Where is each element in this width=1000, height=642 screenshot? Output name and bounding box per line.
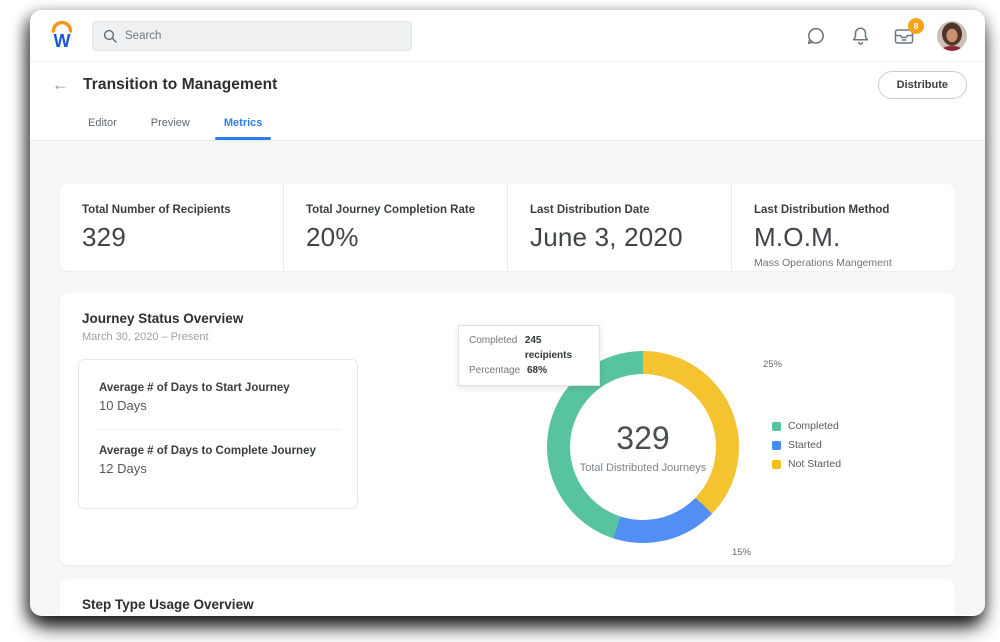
stat-value: 329 xyxy=(82,222,126,252)
avg-complete-row: Average # of Days to Complete Journey 12… xyxy=(99,445,337,476)
logo-letter: W xyxy=(54,31,71,51)
legend-item-started: Started xyxy=(772,439,841,451)
chart-legend: Completed Started Not Started xyxy=(772,420,841,470)
legend-swatch-not-started xyxy=(772,459,781,469)
app-window: W 8 xyxy=(30,10,985,616)
inbox-icon[interactable]: 8 xyxy=(893,17,924,47)
donut-center-label: Total Distributed Journeys xyxy=(579,462,707,474)
pct-label-started: 15% xyxy=(731,547,751,558)
stat-last-distribution-method: Last Distribution Method M.O.M. Mass Ope… xyxy=(731,184,955,271)
divider xyxy=(95,429,341,430)
legend-item-completed: Completed xyxy=(772,420,841,432)
tab-bar: Editor Preview Metrics xyxy=(30,107,985,141)
average-days-panel: Average # of Days to Start Journey 10 Da… xyxy=(78,359,358,509)
user-avatar[interactable] xyxy=(937,20,967,51)
pct-label-not-started: 25% xyxy=(762,359,782,370)
donut-center-value: 329 xyxy=(616,420,670,456)
stat-last-distribution-date: Last Distribution Date June 3, 2020 xyxy=(507,184,731,271)
page-header: ← Transition to Management Distribute xyxy=(30,62,985,107)
page-title: Transition to Management xyxy=(83,75,278,93)
tab-metrics[interactable]: Metrics xyxy=(214,117,271,140)
avg-complete-value: 12 Days xyxy=(99,461,147,476)
tab-preview[interactable]: Preview xyxy=(151,117,190,140)
step-type-usage-card: Step Type Usage Overview xyxy=(60,579,955,615)
donut-center: 329 Total Distributed Journeys xyxy=(570,374,716,520)
avg-start-value: 10 Days xyxy=(99,398,147,413)
chat-icon[interactable] xyxy=(805,25,827,47)
stat-value: 20% xyxy=(306,222,359,252)
tab-editor[interactable]: Editor xyxy=(88,117,117,140)
page-background: W 8 xyxy=(0,0,1000,642)
stat-total-recipients: Total Number of Recipients 329 xyxy=(60,184,283,271)
summary-stats-card: Total Number of Recipients 329 Total Jou… xyxy=(60,184,955,271)
stat-label: Last Distribution Method xyxy=(754,204,890,216)
inbox-badge: 8 xyxy=(908,17,924,34)
stat-label: Total Journey Completion Rate xyxy=(306,204,476,216)
notifications-bell-icon[interactable] xyxy=(849,25,871,47)
stat-completion-rate: Total Journey Completion Rate 20% xyxy=(283,184,507,271)
top-bar: W 8 xyxy=(30,10,985,62)
tooltip-label: Percentage xyxy=(469,365,521,376)
legend-swatch-started xyxy=(772,440,781,450)
topbar-actions: 8 xyxy=(805,17,967,51)
tooltip-value: 68% xyxy=(527,365,548,376)
tooltip-value: 245 recipients xyxy=(524,335,573,361)
chart-tooltip: Completed 245 recipients Percentage 68% xyxy=(458,325,600,386)
stat-label: Total Number of Recipients xyxy=(82,204,231,216)
stat-value: M.O.M. xyxy=(754,222,841,252)
legend-swatch-completed xyxy=(772,421,781,431)
legend-label: Started xyxy=(788,439,822,451)
logo-arc-icon xyxy=(51,20,73,33)
distribute-button[interactable]: Distribute xyxy=(877,70,967,99)
stat-subvalue: Mass Operations Mangement xyxy=(754,257,892,269)
workday-logo[interactable]: W xyxy=(48,20,76,51)
legend-item-not-started: Not Started xyxy=(772,458,841,470)
metrics-content: Total Number of Recipients 329 Total Jou… xyxy=(30,141,985,615)
legend-label: Completed xyxy=(788,420,839,432)
search-input[interactable] xyxy=(125,29,401,42)
back-arrow-icon[interactable]: ← xyxy=(52,76,69,93)
avg-start-label: Average # of Days to Start Journey xyxy=(99,382,290,394)
step-type-usage-title: Step Type Usage Overview xyxy=(82,597,254,612)
journey-status-card: Journey Status Overview March 30, 2020 –… xyxy=(60,293,955,565)
avg-complete-label: Average # of Days to Complete Journey xyxy=(99,445,316,457)
avg-start-row: Average # of Days to Start Journey 10 Da… xyxy=(99,382,337,413)
search-box[interactable] xyxy=(92,20,412,51)
journey-status-title: Journey Status Overview xyxy=(82,311,244,326)
stat-label: Last Distribution Date xyxy=(530,204,650,216)
stat-value: June 3, 2020 xyxy=(530,222,683,252)
tooltip-label: Completed xyxy=(469,335,518,346)
search-icon xyxy=(103,29,117,43)
legend-label: Not Started xyxy=(788,458,842,470)
